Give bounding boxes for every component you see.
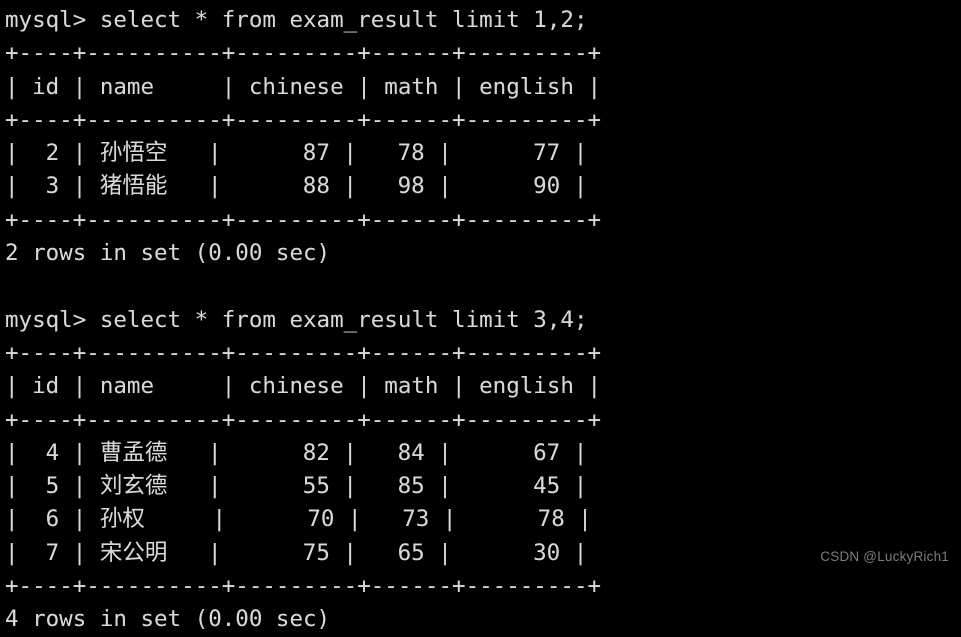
terminal-line-status: 2 rows in set (0.00 sec) <box>5 240 331 267</box>
table-row: | 2 | 孙悟空 | 87 | 78 | 77 | <box>5 140 588 167</box>
terminal-line-separator: +----+----------+---------+------+------… <box>5 40 602 67</box>
table-row: | 4 | 曹孟德 | 82 | 84 | 67 | <box>5 439 588 466</box>
table-row: | 5 | 刘玄德 | 55 | 85 | 45 | <box>5 473 588 500</box>
terminal-line-command: mysql> select * from exam_result limit 1… <box>5 7 588 33</box>
terminal-line-separator: +----+----------+---------+------+------… <box>5 106 602 133</box>
table-row: | 7 | 宋公明 | 75 | 65 | 30 | <box>5 539 588 566</box>
table-row: | 6 | 孙权 | 70 | 73 | 78 | <box>5 506 592 533</box>
terminal-window[interactable]: mysql> select * from exam_result limit 1… <box>0 0 961 632</box>
terminal-line-table-header: | id | name | chinese | math | english | <box>5 373 602 400</box>
terminal-line-separator: +----+----------+---------+------+------… <box>5 339 602 366</box>
terminal-line-separator: +----+----------+---------+------+------… <box>5 406 602 433</box>
table-row: | 3 | 猪悟能 | 88 | 98 | 90 | <box>5 173 588 200</box>
terminal-line-separator: +----+----------+---------+------+------… <box>5 206 602 233</box>
watermark-text: CSDN @LuckyRich1 <box>820 549 949 564</box>
terminal-line-status: 4 rows in set (0.00 sec) <box>5 606 331 633</box>
terminal-line-command: mysql> select * from exam_result limit 3… <box>5 306 588 333</box>
terminal-line-table-header: | id | name | chinese | math | english | <box>5 73 602 100</box>
terminal-line-separator: +----+----------+---------+------+------… <box>5 573 602 600</box>
